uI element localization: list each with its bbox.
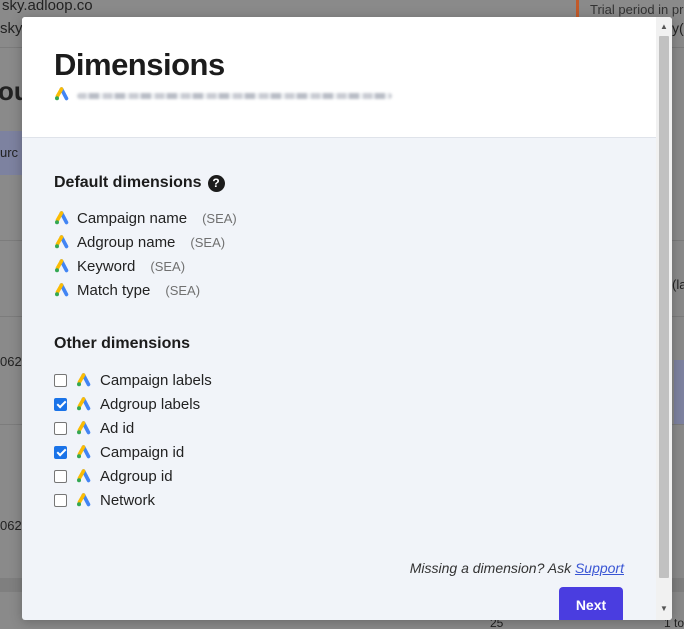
- google-ads-icon: [54, 259, 69, 273]
- adgroup-labels-checkbox[interactable]: [54, 397, 67, 411]
- dimension-label[interactable]: Campaign labels: [100, 372, 212, 389]
- other-dimensions-list: Campaign labels Adgroup labels Ad id Cam…: [54, 368, 212, 512]
- list-item: Match type (SEA): [54, 278, 237, 302]
- dimension-source-tag: (SEA): [165, 282, 201, 298]
- dimension-label[interactable]: Ad id: [100, 420, 134, 437]
- google-ads-icon: [76, 469, 91, 483]
- dimension-source-tag: (SEA): [190, 234, 226, 250]
- dimension-label[interactable]: Adgroup id: [100, 468, 173, 485]
- dimension-label: Adgroup name: [77, 233, 176, 251]
- google-ads-icon: [54, 87, 69, 101]
- dimension-label: Keyword: [77, 257, 136, 275]
- google-ads-icon: [76, 493, 91, 507]
- list-item: Adgroup name (SEA): [54, 230, 237, 254]
- dimension-label[interactable]: Adgroup labels: [100, 396, 200, 413]
- dimension-source-tag: (SEA): [150, 258, 186, 274]
- bg-row-text-2: 062: [0, 518, 22, 533]
- modal-header: Dimensions: [22, 17, 656, 138]
- scroll-up-icon[interactable]: ▲: [660, 22, 668, 31]
- bg-right-text-2: (la: [672, 277, 684, 292]
- dimensions-modal: Dimensions Default dimensions ? Campaign…: [22, 17, 672, 620]
- list-item: Keyword (SEA): [54, 254, 237, 278]
- google-ads-icon: [54, 283, 69, 297]
- next-button[interactable]: Next: [559, 587, 623, 620]
- list-item[interactable]: Adgroup labels: [54, 392, 212, 416]
- modal-scrollbar[interactable]: ▲ ▼: [656, 17, 672, 620]
- campaign-id-checkbox[interactable]: [54, 445, 67, 459]
- other-dimensions-heading: Other dimensions: [54, 335, 190, 353]
- google-ads-icon: [76, 445, 91, 459]
- google-ads-icon: [54, 211, 69, 225]
- default-dimensions-heading: Default dimensions ?: [54, 174, 225, 192]
- dimension-label[interactable]: Network: [100, 492, 155, 509]
- bg-right-text: y(: [672, 20, 684, 36]
- bg-url-text: sky.adloop.co: [2, 0, 93, 14]
- list-item[interactable]: Campaign labels: [54, 368, 212, 392]
- google-ads-icon: [76, 373, 91, 387]
- bg-tab-text: urc: [0, 145, 19, 160]
- google-ads-icon: [54, 235, 69, 249]
- list-item: Campaign name (SEA): [54, 206, 237, 230]
- bg-row-text: 062: [0, 354, 22, 369]
- scroll-down-icon[interactable]: ▼: [660, 604, 668, 613]
- bg-trial-notice: Trial period in pr: [576, 0, 684, 17]
- adgroup-id-checkbox[interactable]: [54, 469, 67, 483]
- missing-dimension-text: Missing a dimension? Ask: [409, 560, 572, 576]
- list-item[interactable]: Ad id: [54, 416, 212, 440]
- other-dimensions-title: Other dimensions: [54, 335, 191, 352]
- list-item[interactable]: Campaign id: [54, 440, 212, 464]
- campaign-labels-checkbox[interactable]: [54, 373, 67, 387]
- bg-row-highlight: [674, 360, 684, 425]
- support-link[interactable]: Support: [575, 560, 624, 576]
- list-item[interactable]: Adgroup id: [54, 464, 212, 488]
- default-dimensions-list: Campaign name (SEA) Adgroup name (SEA) K…: [54, 206, 237, 302]
- account-subtitle: [54, 87, 392, 101]
- question-circle-icon[interactable]: ?: [207, 174, 225, 192]
- network-checkbox[interactable]: [54, 493, 67, 507]
- list-item[interactable]: Network: [54, 488, 212, 512]
- modal-title: Dimensions: [54, 47, 225, 82]
- scrollbar-thumb[interactable]: [659, 36, 669, 578]
- missing-dimension-prompt: Missing a dimension? Ask Support: [410, 560, 624, 576]
- default-dimensions-title: Default dimensions: [54, 174, 202, 191]
- blurred-account-name: [77, 93, 392, 99]
- ad-id-checkbox[interactable]: [54, 421, 67, 435]
- dimension-source-tag: (SEA): [202, 210, 237, 226]
- google-ads-icon: [76, 421, 91, 435]
- dimension-label: Campaign name: [77, 209, 188, 227]
- dimension-label: Match type: [77, 281, 151, 299]
- google-ads-icon: [76, 397, 91, 411]
- dimension-label[interactable]: Campaign id: [100, 444, 184, 461]
